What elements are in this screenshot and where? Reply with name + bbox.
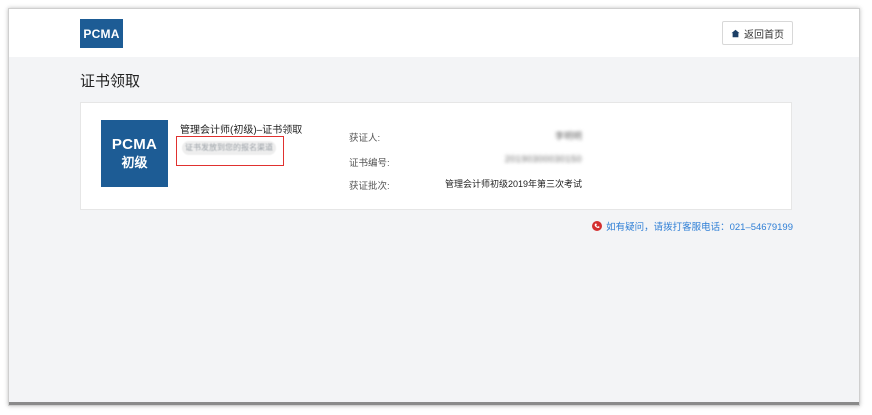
certificate-number-label: 证书编号:	[349, 158, 390, 169]
batch-label: 获证批次:	[349, 181, 390, 192]
course-title: 管理会计师(初级)–证书领取	[180, 125, 303, 136]
bottom-border	[9, 402, 859, 405]
contact-text: 如有疑问，请拨打客服电话：021–54679199	[606, 222, 793, 233]
certificate-card: PCMA 初级 管理会计师(初级)–证书领取 证书发放到您的报名渠道 获证人: …	[80, 102, 792, 210]
browser-frame: PCMA 返回首页 证书领取 PCMA 初级 管理会计师(初级)–证书领取 证书…	[8, 8, 860, 406]
recipient-value: 李明明	[554, 131, 582, 141]
phone-icon	[592, 221, 603, 231]
home-icon	[731, 29, 740, 38]
badge-brand-text: PCMA	[111, 136, 158, 153]
recipient-label: 获证人:	[349, 133, 381, 144]
page-title: 证书领取	[80, 73, 141, 90]
return-home-button[interactable]: 返回首页	[722, 21, 793, 45]
customer-service-contact: 如有疑问，请拨打客服电话：021–54679199	[592, 219, 793, 233]
top-navigation-bar: PCMA 返回首页	[9, 9, 859, 57]
channel-tag: 证书发放到您的报名渠道	[182, 141, 276, 155]
pcma-logo[interactable]: PCMA	[80, 19, 123, 48]
course-badge: PCMA 初级	[101, 120, 168, 187]
badge-level-text: 初级	[121, 155, 148, 170]
batch-value: 管理会计师初级2019年第三次考试	[444, 179, 582, 189]
return-home-label: 返回首页	[744, 29, 784, 41]
certificate-number-value: 20190300030150	[504, 154, 582, 164]
